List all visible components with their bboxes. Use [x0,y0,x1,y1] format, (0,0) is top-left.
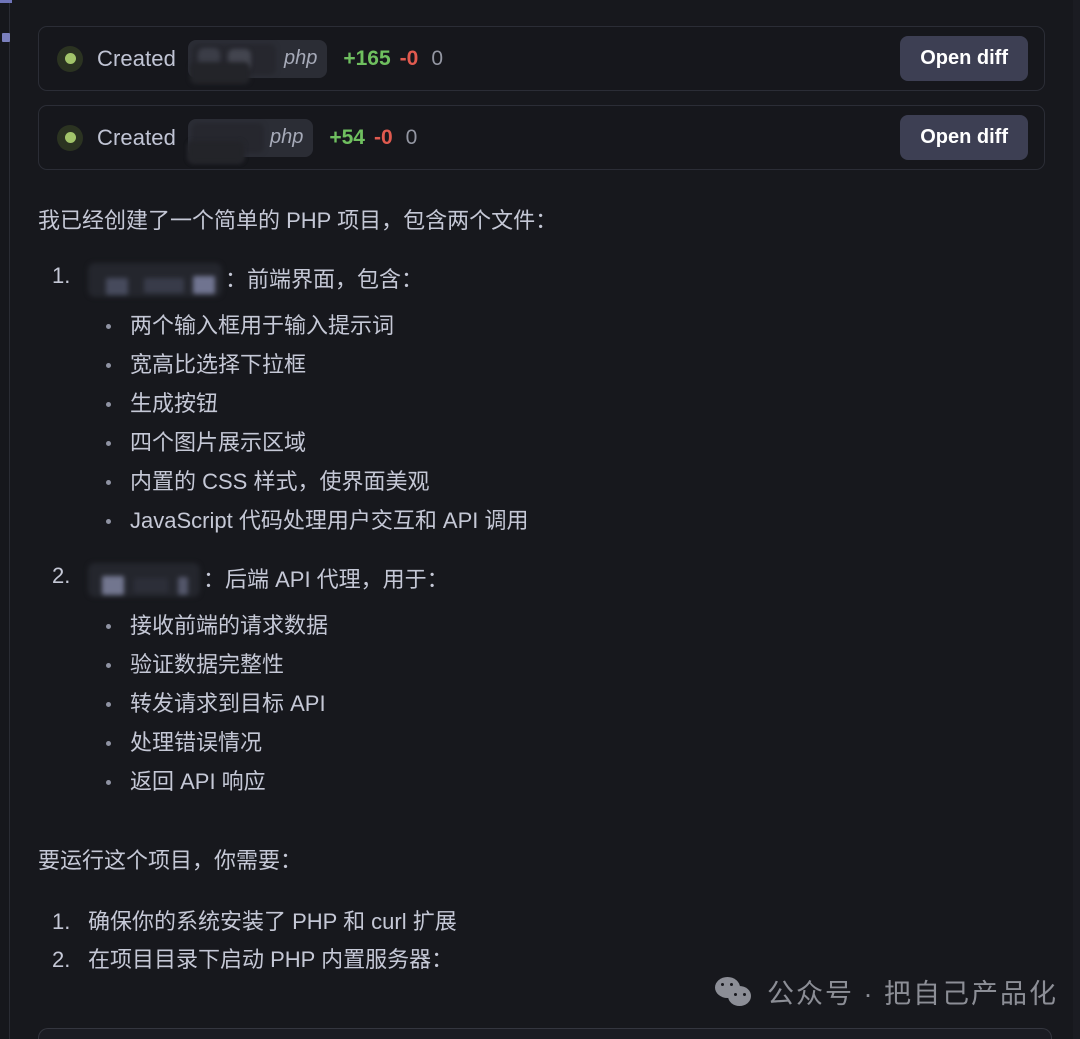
list-item: 转发请求到目标 API [88,685,1045,724]
list-item: ：前端界面，包含： 两个输入框用于输入提示词 宽高比选择下拉框 生成按钮 四个图… [38,263,1045,541]
chat-message-panel: Created php +165 -0 0 Open diff Created … [10,0,1073,1039]
list-item: 确保你的系统安装了 PHP 和 curl 扩展 [52,903,457,942]
open-diff-button[interactable]: Open diff [900,115,1028,160]
status-indicator [57,124,83,151]
file-chip[interactable]: php [187,39,328,84]
redacted-filename [88,263,222,298]
run-instructions-heading: 要运行这个项目，你需要： [38,847,303,873]
file-item-heading: ：前端界面，包含： [88,263,1045,298]
left-gutter [0,0,9,1039]
list-item: JavaScript 代码处理用户交互和 API 调用 [88,502,1045,541]
lines-deleted-count: -0 [373,125,393,149]
file-chip[interactable]: php [187,118,314,163]
file-extension-label: php [269,126,304,148]
diff-card[interactable]: Created php +54 -0 0 Open diff [38,105,1045,170]
diff-card[interactable]: Created php +165 -0 0 Open diff [38,26,1045,91]
list-item: 在项目目录下启动 PHP 内置服务器： [52,941,454,980]
list-item: 两个输入框用于输入提示词 [88,307,1045,346]
file-extension-label: php [283,47,318,69]
list-item: 验证数据完整性 [88,646,1045,685]
file-item-description: ：前端界面，包含： [225,267,424,292]
redacted-filename-underlay [187,140,244,163]
diff-status-label: Created [97,45,176,71]
status-dot-icon [64,132,76,143]
list-item: 生成按钮 [88,385,1045,424]
list-item: 内置的 CSS 样式，使界面美观 [88,463,1045,502]
file-item-heading: ：后端 API 代理，用于： [88,562,1045,597]
lines-neutral-count: 0 [431,46,444,70]
redacted-filename [88,562,200,597]
vertical-scrollbar[interactable] [1073,0,1080,1039]
lines-neutral-count: 0 [405,125,418,149]
list-item: 宽高比选择下拉框 [88,346,1045,385]
message-intro-paragraph: 我已经创建了一个简单的 PHP 项目，包含两个文件： [38,208,558,233]
feature-bullet-list: 两个输入框用于输入提示词 宽高比选择下拉框 生成按钮 四个图片展示区域 内置的 … [88,307,1045,541]
status-dot-icon [64,53,76,64]
lines-deleted-count: -0 [399,46,419,70]
lines-added-count: +54 [329,125,365,149]
redacted-filename-underlay [189,61,250,84]
lines-added-count: +165 [343,46,391,70]
scroll-position-marker[interactable] [2,33,10,42]
list-item: 四个图片展示区域 [88,424,1045,463]
list-item: 接收前端的请求数据 [88,607,1045,646]
list-item: 返回 API 响应 [88,763,1045,802]
feature-bullet-list: 接收前端的请求数据 验证数据完整性 转发请求到目标 API 处理错误情况 返回 … [88,607,1045,802]
open-diff-button[interactable]: Open diff [900,36,1028,81]
status-indicator [57,45,83,72]
diff-status-label: Created [97,124,176,150]
run-steps-list: 确保你的系统安装了 PHP 和 curl 扩展 在项目目录下启动 PHP 内置服… [38,903,1045,981]
code-block-preview [38,1028,1052,1039]
file-item-description: ：后端 API 代理，用于： [203,566,449,592]
file-description-list: ：前端界面，包含： 两个输入框用于输入提示词 宽高比选择下拉框 生成按钮 四个图… [38,263,1045,802]
list-item: ：后端 API 代理，用于： 接收前端的请求数据 验证数据完整性 转发请求到目标… [38,563,1045,802]
list-item: 处理错误情况 [88,724,1045,763]
